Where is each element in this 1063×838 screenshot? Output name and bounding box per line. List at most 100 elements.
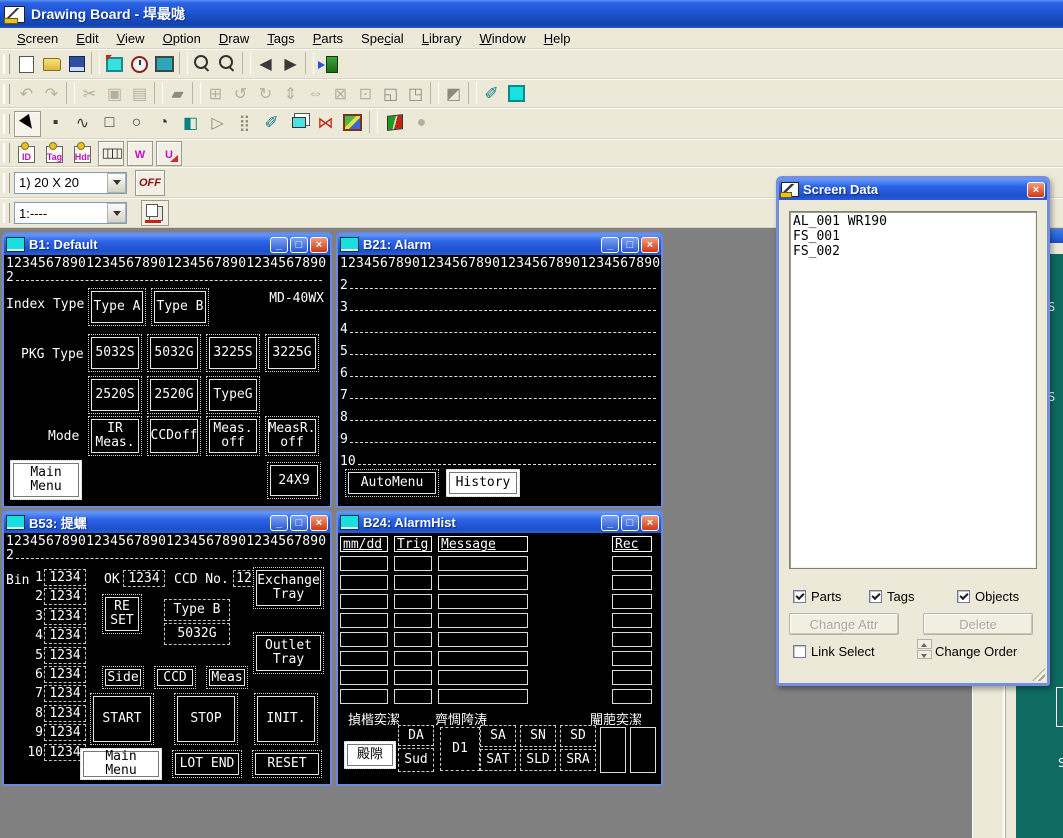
screen-data-titlebar[interactable]: Screen Data × [779, 179, 1047, 200]
bin-value[interactable]: 1234 [44, 588, 86, 605]
history-button[interactable]: History [446, 469, 520, 497]
redo-icon[interactable]: ↷ [39, 82, 64, 106]
menu-help[interactable]: Help [535, 29, 580, 48]
menu-screen[interactable]: Screen [8, 29, 67, 48]
screen-canvas-b24[interactable]: mm/dd Trig Message Rec [338, 533, 661, 784]
mode-button[interactable]: Meas. off [206, 416, 260, 456]
reset-button[interactable]: RESET [252, 750, 322, 778]
d1-button[interactable]: D1 [440, 727, 480, 771]
lot-end-button[interactable]: LOT END [172, 750, 242, 778]
bin-value[interactable]: 1234 [44, 705, 86, 722]
menu-special[interactable]: Special [352, 29, 413, 48]
screen-canvas-b21[interactable]: 1234567890123456789012345678901234567890… [338, 255, 661, 506]
menu-tags[interactable]: Tags [258, 29, 303, 48]
cut-icon[interactable]: ✂ [77, 82, 102, 106]
close-button[interactable]: × [310, 515, 328, 531]
toolbar-grip[interactable] [3, 84, 10, 104]
init-button[interactable]: INIT. [254, 693, 318, 745]
main-menu-button[interactable]: Main Menu [80, 748, 162, 780]
screen-canvas-b53[interactable]: 1234567890123456789012345678901234567890… [4, 533, 330, 784]
undo-icon[interactable]: ↶ [14, 82, 39, 106]
menu-window[interactable]: Window [470, 29, 534, 48]
window-b21-titlebar[interactable]: B21: Alarm _ □ × [338, 234, 661, 255]
paint-tool-icon[interactable]: ◧ [178, 111, 203, 135]
image-tool-icon[interactable] [340, 111, 365, 135]
bin-value[interactable]: 1234 [44, 569, 86, 586]
save-icon[interactable] [64, 52, 89, 76]
screen-copy-button[interactable] [141, 200, 169, 226]
type-button[interactable]: Type A [88, 288, 146, 326]
polyline-tool-icon[interactable]: ∿ [70, 111, 95, 135]
pkg-5032g-field[interactable]: 5032G [164, 623, 230, 645]
rectangle-tool-icon[interactable]: □ [97, 111, 122, 135]
app-titlebar[interactable]: Drawing Board - 垾最哤 [0, 0, 1063, 28]
header-footer-icon[interactable]: Hdr [70, 141, 95, 165]
flip-horizontal-icon[interactable]: ⇔ [303, 82, 328, 106]
scale-tool-icon[interactable]: ⣿ [232, 111, 257, 135]
sld-button[interactable]: SLD [520, 749, 556, 771]
empty-slot[interactable] [600, 727, 626, 773]
pattern-icon[interactable] [98, 141, 124, 166]
bin-value[interactable]: 1234 [44, 608, 86, 625]
close-button[interactable]: × [641, 237, 659, 253]
exchange-tray-button[interactable]: Exchange Tray [253, 567, 324, 609]
marker-tool-icon[interactable]: ✐ [259, 111, 284, 135]
bin-value[interactable]: 1234 [44, 724, 86, 741]
window-b24-titlebar[interactable]: B24: AlarmHist _ □ × [338, 512, 661, 533]
type-b-field[interactable]: Type B [164, 599, 230, 621]
bin-value[interactable]: 1234 [44, 627, 86, 644]
zoom-in-icon[interactable] [215, 52, 240, 76]
parts-id-icon[interactable]: ID [14, 141, 39, 165]
toolbar-grip[interactable] [3, 114, 10, 134]
bin-value[interactable]: 1234 [44, 647, 86, 664]
pkg-button[interactable]: 3225G [265, 334, 319, 372]
grid-off-button[interactable]: OFF [135, 170, 165, 196]
change-order-spinner[interactable] [917, 639, 932, 659]
previous-screen-icon[interactable]: ◀ [253, 52, 278, 76]
next-screen-icon[interactable]: ▶ [278, 52, 303, 76]
corner-24x9-button[interactable]: 24X9 [267, 462, 321, 499]
toolbar-grip[interactable] [3, 173, 10, 193]
mode-button[interactable]: CCDoff [147, 416, 201, 456]
pkg-button[interactable]: 2520S [88, 376, 142, 414]
minimize-button[interactable]: _ [270, 237, 288, 253]
tag-list-icon[interactable]: Tag [42, 141, 67, 165]
screen-select[interactable]: 1:---- [14, 202, 127, 224]
eraser-icon[interactable]: ▰ [165, 82, 190, 106]
new-window-icon[interactable] [102, 52, 127, 76]
window-b53-titlebar[interactable]: B53: 提蟔 _ □ × [4, 512, 330, 533]
sn-button[interactable]: SN [520, 725, 556, 747]
minimize-button[interactable]: _ [270, 515, 288, 531]
toolbar-grip[interactable] [3, 143, 10, 163]
pkg-button[interactable]: 2520G [147, 376, 201, 414]
toolbar-grip[interactable] [3, 54, 10, 74]
sud-button[interactable]: Sud [398, 748, 434, 772]
grid-size-select[interactable]: 1) 20 X 20 [14, 172, 127, 194]
screen-canvas-b1[interactable]: 1234567890123456789012345678901234567890… [4, 255, 330, 506]
alarm-editor-icon[interactable] [127, 52, 152, 76]
paste-icon[interactable]: ▤ [127, 82, 152, 106]
screen-copy-tool-icon[interactable] [286, 111, 311, 135]
window-parts-icon[interactable]: W [127, 141, 153, 166]
auto-menu-button[interactable]: AutoMenu [345, 469, 439, 497]
window-b21[interactable]: B21: Alarm _ □ × 12345678901234567890123… [336, 232, 663, 508]
menu-edit[interactable]: Edit [67, 29, 107, 48]
circle-tool-icon[interactable]: ○ [124, 111, 149, 135]
enlarge-icon[interactable]: ⊡ [353, 82, 378, 106]
mark-tool-icon[interactable]: ⋈ [313, 111, 338, 135]
mode-button[interactable]: MeasR. off [265, 416, 319, 456]
menu-option[interactable]: Option [154, 29, 210, 48]
send-to-back-icon[interactable]: ◳ [403, 82, 428, 106]
close-button[interactable]: × [310, 237, 328, 253]
list-item[interactable]: FS_002 [793, 244, 1033, 259]
window-b1-titlebar[interactable]: B1: Default _ □ × [4, 234, 330, 255]
reset-small-button[interactable]: RE SET [102, 594, 142, 634]
start-button[interactable]: START [90, 693, 154, 745]
window-b53[interactable]: B53: 提蟔 _ □ × 12345678901234567890123456… [2, 510, 332, 786]
white-cjk-button[interactable]: 殿隙 [344, 741, 396, 769]
new-screen-file-icon[interactable] [14, 52, 39, 76]
menu-view[interactable]: View [108, 29, 154, 48]
chevron-down-icon[interactable] [107, 173, 126, 193]
maximize-button[interactable]: □ [621, 237, 639, 253]
menu-draw[interactable]: Draw [210, 29, 258, 48]
